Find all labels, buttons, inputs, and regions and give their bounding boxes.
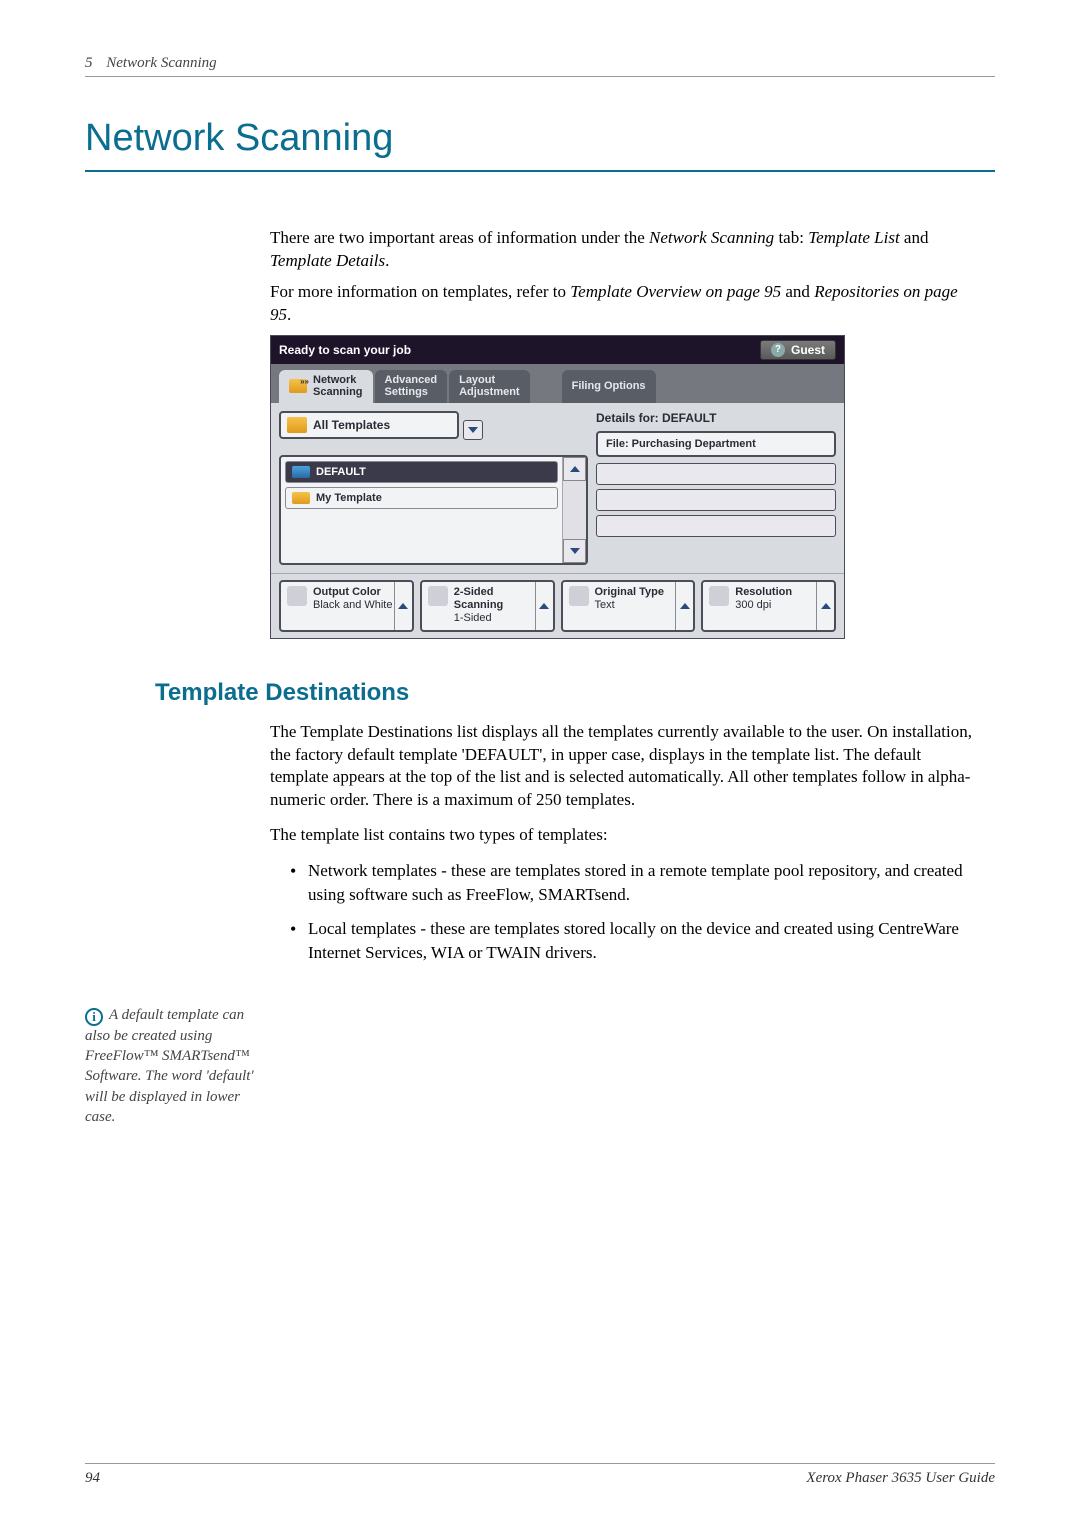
tab-advanced-settings[interactable]: AdvancedSettings (375, 370, 448, 403)
option-expand-button[interactable] (535, 582, 553, 630)
embedded-screenshot: Ready to scan your job ? Guest NetworkSc… (270, 335, 845, 639)
scroll-track[interactable] (563, 481, 586, 539)
chapter-title: Network Scanning (106, 55, 216, 71)
option-two-sided-scanning[interactable]: 2-SidedScanning 1-Sided (420, 580, 555, 632)
chevron-up-icon (398, 603, 408, 609)
page-number: 94 (85, 1470, 100, 1487)
template-icon (292, 492, 310, 504)
scan-icon (289, 379, 307, 393)
details-empty-row (596, 489, 836, 511)
folder-icon (287, 417, 307, 433)
chevron-up-icon (570, 466, 580, 472)
option-expand-button[interactable] (675, 582, 693, 630)
book-title: Xerox Phaser 3635 User Guide (806, 1470, 995, 1487)
scrollbar[interactable] (562, 457, 586, 563)
margin-note-text: A default template can also be created u… (85, 1007, 254, 1125)
two-sided-icon (428, 586, 448, 606)
original-type-icon (569, 586, 589, 606)
screenshot-tabs: NetworkScanning AdvancedSettings LayoutA… (271, 364, 844, 403)
help-icon: ? (771, 343, 785, 357)
scroll-down-button[interactable] (563, 539, 586, 563)
chevron-up-icon (539, 603, 549, 609)
chevron-up-icon (680, 603, 690, 609)
details-header: Details for: DEFAULT (596, 411, 836, 425)
chevron-down-icon (468, 427, 478, 433)
details-empty-row (596, 463, 836, 485)
page-title: Network Scanning (85, 117, 995, 172)
template-list: DEFAULT My Template (279, 455, 588, 565)
tab-layout-adjustment[interactable]: LayoutAdjustment (449, 370, 530, 403)
template-icon (292, 466, 310, 478)
section-title: Template Destinations (155, 679, 995, 707)
option-original-type[interactable]: Original Type Text (561, 580, 696, 632)
section-paragraph-2: The template list contains two types of … (270, 824, 975, 847)
details-empty-row (596, 515, 836, 537)
guest-button[interactable]: ? Guest (760, 340, 836, 360)
info-icon: i (85, 1008, 103, 1026)
option-resolution[interactable]: Resolution 300 dpi (701, 580, 836, 632)
template-row-default[interactable]: DEFAULT (285, 461, 558, 483)
section-paragraph-1: The Template Destinations list displays … (270, 721, 975, 813)
bullet-local-templates: Local templates - these are templates st… (290, 917, 975, 965)
chevron-down-icon (570, 548, 580, 554)
status-text: Ready to scan your job (279, 343, 411, 357)
running-header: 5 Network Scanning (85, 55, 995, 77)
option-output-color[interactable]: Output Color Black and White (279, 580, 414, 632)
all-templates-dropdown[interactable]: All Templates (279, 411, 459, 439)
tab-filing-options[interactable]: Filing Options (562, 370, 656, 403)
margin-note: iA default template can also be created … (85, 1005, 255, 1127)
resolution-icon (709, 586, 729, 606)
bullet-network-templates: Network templates - these are templates … (290, 859, 975, 907)
scroll-up-button[interactable] (563, 457, 586, 481)
chevron-up-icon (821, 603, 831, 609)
intro-paragraph-2: For more information on templates, refer… (270, 281, 975, 327)
intro-paragraph-1: There are two important areas of informa… (270, 227, 975, 273)
details-file: File: Purchasing Department (596, 431, 836, 457)
screenshot-statusbar: Ready to scan your job ? Guest (271, 336, 844, 364)
output-color-icon (287, 586, 307, 606)
option-expand-button[interactable] (816, 582, 834, 630)
chapter-number: 5 (85, 55, 93, 71)
option-expand-button[interactable] (394, 582, 412, 630)
tab-network-scanning[interactable]: NetworkScanning (279, 370, 373, 403)
page-footer: 94 Xerox Phaser 3635 User Guide (85, 1463, 995, 1487)
dropdown-button[interactable] (463, 420, 483, 440)
template-row-mytemplate[interactable]: My Template (285, 487, 558, 509)
